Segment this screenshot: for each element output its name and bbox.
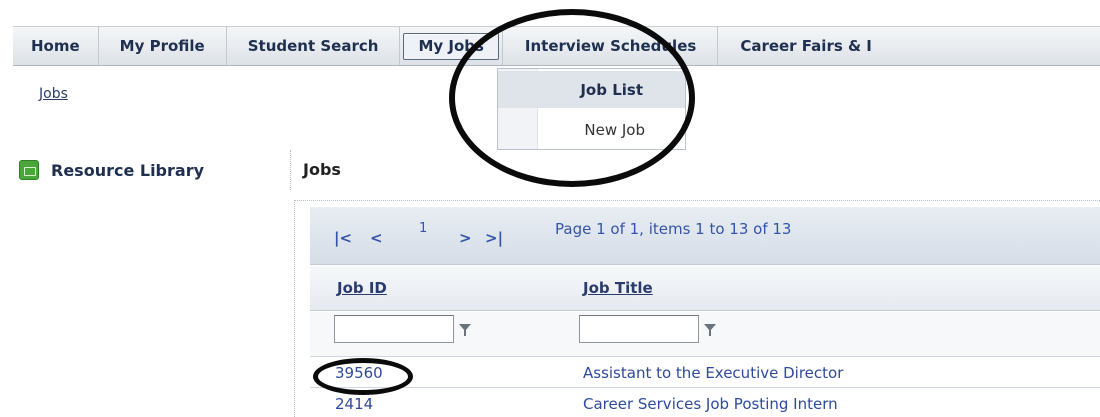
tab-my-jobs-label: My Jobs [403,32,499,60]
grid-pager: |< < 1 > >| Page 1 of 1, items 1 to 13 o… [310,207,1100,265]
top-navigation: Home My Profile Student Search My Jobs I… [13,26,1100,66]
job-id-link[interactable]: 2414 [335,395,373,413]
column-header-job-id[interactable]: Job ID [337,279,387,297]
job-title-filter-input[interactable] [579,315,699,343]
tab-my-jobs[interactable]: My Jobs [400,27,503,65]
tab-career-fairs[interactable]: Career Fairs & I [718,27,872,65]
prev-page-button[interactable]: < [370,229,383,247]
table-row: 2414 Career Services Job Posting Intern [310,389,1100,417]
my-jobs-dropdown: Job List New Job [497,68,686,150]
job-title-link[interactable]: Assistant to the Executive Director [583,364,843,382]
job-title-link[interactable]: Career Services Job Posting Intern [583,395,838,413]
filter-row [310,312,1100,357]
menu-item-job-list[interactable]: Job List [498,71,685,108]
resource-library-link[interactable]: Resource Library [19,160,204,180]
pager-info: Page 1 of 1, items 1 to 13 of 13 [555,220,792,238]
page-number-1[interactable]: 1 [419,221,427,236]
tab-student-search[interactable]: Student Search [227,27,401,65]
breadcrumb[interactable]: Jobs [39,86,68,102]
tab-my-profile[interactable]: My Profile [99,27,227,65]
tab-home[interactable]: Home [13,27,99,65]
resource-library-label: Resource Library [51,160,205,180]
table-row: 39560 Assistant to the Executive Directo… [310,358,1100,388]
folder-icon [19,160,39,180]
menu-item-new-job[interactable]: New Job [498,111,685,148]
job-id-filter-input[interactable] [334,315,454,343]
table-header: Job ID Job Title [310,266,1100,311]
column-header-job-title[interactable]: Job Title [583,279,653,297]
first-page-button[interactable]: |< [334,229,352,247]
page-title: Jobs [303,160,341,179]
tab-interview-schedules[interactable]: Interview Schedules [503,27,719,65]
job-id-link[interactable]: 39560 [335,364,383,382]
next-page-button[interactable]: > [459,229,472,247]
last-page-button[interactable]: >| [485,229,503,247]
vertical-divider [290,150,291,190]
